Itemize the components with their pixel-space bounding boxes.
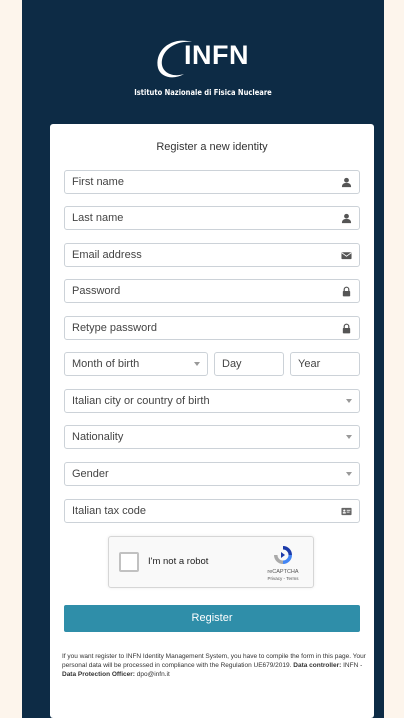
tax-code-field[interactable]: Italian tax code [64,499,360,523]
month-of-birth-label: Month of birth [72,358,140,370]
last-name-placeholder: Last name [72,212,124,224]
recaptcha-privacy-terms-link[interactable]: Privacy - Terms [255,576,311,581]
retype-password-placeholder: Retype password [72,322,157,334]
chevron-down-icon [346,399,352,403]
password-field[interactable]: Password [64,279,360,303]
recaptcha-checkbox[interactable] [119,552,139,572]
user-icon [341,213,352,224]
year-placeholder: Year [298,358,321,370]
day-placeholder: Day [222,358,242,370]
month-of-birth-select[interactable]: Month of birth [64,352,208,376]
dpo-email-link[interactable]: dpo@infn.it [137,671,170,678]
data-controller-value: INFN - [343,662,363,670]
gender-select[interactable]: Gender [64,462,360,486]
chevron-down-icon [346,472,352,476]
infn-logo: INFN Istituto Nazionale di Fisica Nuclea… [22,30,384,100]
register-button[interactable]: Register [64,605,360,632]
retype-password-field[interactable]: Retype password [64,316,360,340]
lock-icon [342,323,351,334]
id-card-icon [341,507,352,516]
recaptcha-widget: I'm not a robot reCAPTCHA Privacy - Term… [108,536,314,588]
birthplace-select[interactable]: Italian city or country of birth [64,389,360,413]
logo-subtitle: Istituto Nazionale di Fisica Nucleare [134,88,272,97]
envelope-icon [341,252,352,260]
recaptcha-icon [274,546,292,564]
app-screen: INFN Istituto Nazionale di Fisica Nuclea… [22,0,384,718]
first-name-field[interactable]: First name [64,170,360,194]
nationality-label: Nationality [72,431,124,443]
form-title: Register a new identity [156,141,268,153]
lock-icon [342,286,351,297]
password-placeholder: Password [72,285,121,297]
chevron-down-icon [346,435,352,439]
recaptcha-brand: reCAPTCHA [267,569,299,575]
data-controller-label: Data controller: [293,662,342,670]
registration-card: Register a new identity First name Last … [50,124,374,718]
email-placeholder: Email address [72,249,142,261]
privacy-notice: If you want register to INFN Identity Ma… [62,652,366,680]
tax-code-placeholder: Italian tax code [72,505,146,517]
nationality-select[interactable]: Nationality [64,425,360,449]
dpo-label: Data Protection Officer: [62,671,135,679]
logo-text: INFN [184,40,249,70]
recaptcha-label: I'm not a robot [148,556,209,567]
chevron-down-icon [194,362,200,366]
user-icon [341,177,352,188]
birthplace-label: Italian city or country of birth [72,395,210,407]
email-field[interactable]: Email address [64,243,360,267]
day-field[interactable]: Day [214,352,284,376]
gender-label: Gender [72,468,109,480]
year-field[interactable]: Year [290,352,360,376]
first-name-placeholder: First name [72,176,124,188]
last-name-field[interactable]: Last name [64,206,360,230]
